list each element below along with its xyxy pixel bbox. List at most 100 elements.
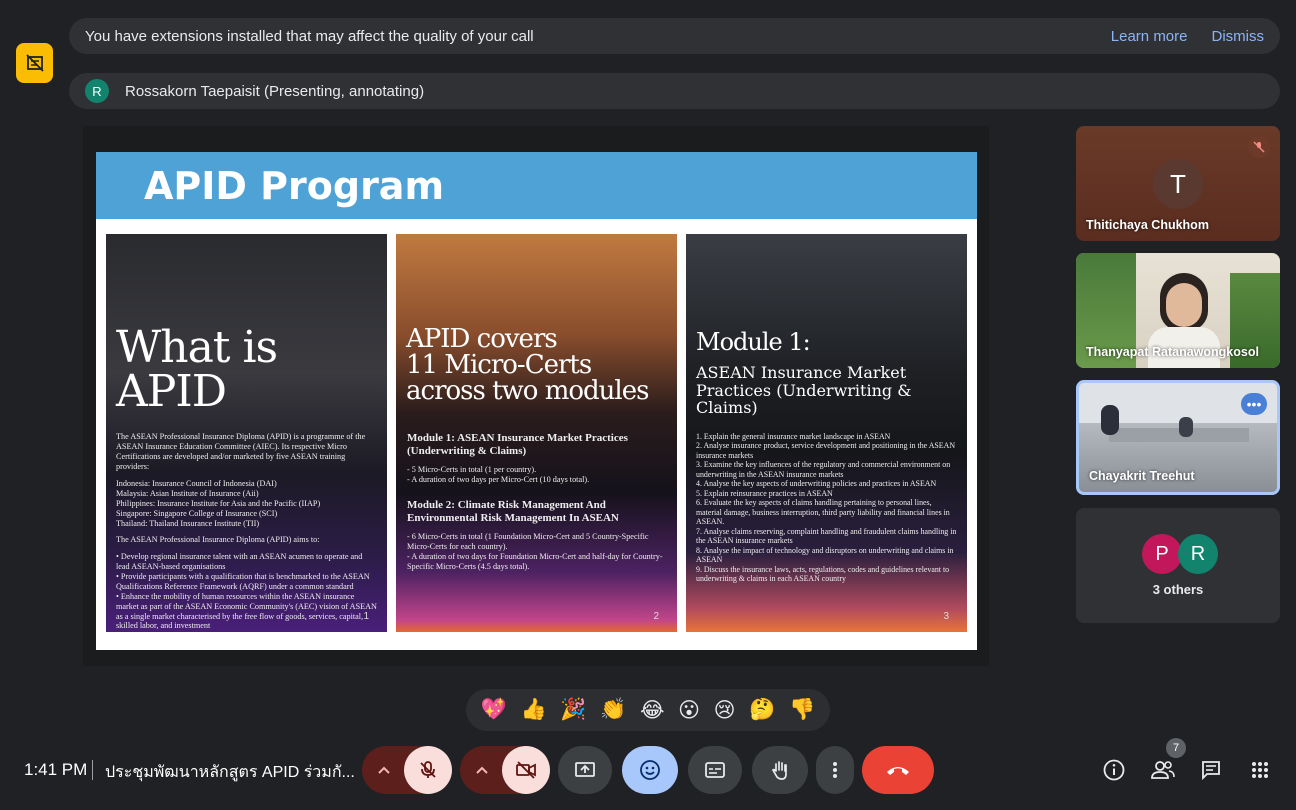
- others-tile[interactable]: P R 3 others: [1076, 508, 1280, 623]
- module-heading: Module 1: ASEAN Insurance Market Practic…: [407, 432, 628, 457]
- list-item: Singapore: Singapore College of Insuranc…: [116, 508, 278, 518]
- camera-off-icon: [516, 761, 536, 779]
- captions-button[interactable]: [688, 746, 742, 794]
- card-headline-line: 11 Micro-Certs: [406, 350, 592, 380]
- slide-card-module-1: Module 1: ASEAN Insurance Market Practic…: [686, 234, 967, 632]
- module-body: - 6 Micro-Certs in total (1 Foundation M…: [407, 532, 663, 571]
- module-heading: Module 2: Climate Risk Management And En…: [407, 498, 619, 524]
- extensions-warning-button[interactable]: [16, 43, 53, 83]
- audio-options-button[interactable]: [362, 746, 406, 794]
- more-options-icon[interactable]: •••: [1241, 393, 1267, 415]
- reaction-thinking[interactable]: 🤔: [749, 698, 775, 722]
- participant-name: Chayakrit Treehut: [1089, 469, 1195, 483]
- card-subheadline: ASEAN Insurance Market Practices (Underw…: [696, 363, 912, 418]
- microphone-toggle-button[interactable]: [404, 746, 452, 794]
- people-count-badge: 7: [1166, 738, 1186, 758]
- camera-toggle-button[interactable]: [502, 746, 550, 794]
- outcome-list: 1. Explain the general insurance market …: [696, 432, 957, 584]
- closed-captions-icon: [705, 762, 725, 778]
- divider: [92, 760, 93, 780]
- presenter-bar: R Rossakorn Taepaisit (Presenting, annot…: [69, 73, 1280, 109]
- card-headline-line: APID: [116, 366, 227, 417]
- reaction-thumbs-down[interactable]: 👎: [789, 698, 815, 722]
- reactions-button[interactable]: [622, 746, 678, 794]
- people-icon: [1151, 761, 1175, 779]
- presenter-label: Rossakorn Taepaisit (Presenting, annotat…: [125, 82, 425, 100]
- avatar: T: [1153, 159, 1203, 209]
- mic-off-icon: [420, 761, 436, 778]
- avatar: R: [1178, 534, 1218, 574]
- reaction-sad[interactable]: 😢: [714, 698, 736, 723]
- chevron-up-icon: [378, 766, 390, 774]
- reaction-surprised[interactable]: 😮: [678, 698, 700, 723]
- slide-card-what-is-apid: What is APID The ASEAN Professional Insu…: [106, 234, 387, 632]
- avatar: R: [85, 79, 109, 103]
- card-headline: What is APID: [116, 322, 278, 417]
- reaction-heart[interactable]: 💖: [481, 698, 507, 722]
- mic-off-icon: [1248, 136, 1270, 158]
- apps-grid-icon: [1252, 762, 1268, 778]
- card-headline-line: APID covers: [406, 324, 558, 354]
- card-body: The ASEAN Professional Insurance Diploma…: [116, 432, 378, 631]
- provider-list: Indonesia: Insurance Council of Indonesi…: [116, 479, 378, 528]
- video-controls: [460, 746, 550, 794]
- participant-tile[interactable]: T Thitichaya Chukhom: [1076, 126, 1280, 241]
- presentation-slide: APID Program What is APID The ASEAN Prof…: [96, 152, 977, 650]
- end-call-icon: [887, 767, 909, 775]
- list-item: Philippines: Insurance Institute for Asi…: [116, 499, 321, 509]
- present-screen-button[interactable]: [558, 746, 612, 794]
- card-body: Module 1: ASEAN Insurance Market Practic…: [407, 432, 667, 572]
- list-item: Malaysia: Asian Institute of Insurance (…: [116, 489, 259, 499]
- reactions-bar: 💖 👍 🎉 👏 😂 😮 😢 🤔 👎: [466, 689, 830, 731]
- page-number: 3: [943, 611, 949, 622]
- module-body: - 5 Micro-Certs in total (1 per country)…: [407, 465, 590, 485]
- reaction-party[interactable]: 🎉: [560, 698, 586, 722]
- meeting-details-button[interactable]: [1094, 746, 1134, 794]
- chat-icon: [1202, 761, 1220, 781]
- leave-call-button[interactable]: [862, 746, 934, 794]
- card-headline-line: What is: [116, 322, 278, 373]
- participant-tile[interactable]: Thanyapat Ratanawongkosol: [1076, 253, 1280, 368]
- participant-video-figure: [1166, 283, 1202, 327]
- chat-button[interactable]: [1191, 746, 1231, 794]
- extension-warning-icon: [25, 54, 44, 72]
- emoji-icon: [640, 760, 660, 780]
- hand-icon: [771, 761, 787, 780]
- participant-video-figure: [1179, 417, 1193, 437]
- more-options-button[interactable]: [816, 746, 854, 794]
- extensions-notice: You have extensions installed that may a…: [69, 18, 1280, 54]
- learn-more-link[interactable]: Learn more: [1111, 28, 1188, 45]
- raise-hand-button[interactable]: [752, 746, 808, 794]
- participant-name: Thitichaya Chukhom: [1086, 218, 1209, 232]
- activities-button[interactable]: [1240, 746, 1280, 794]
- info-icon: [1103, 759, 1125, 781]
- reaction-clap[interactable]: 👏: [600, 698, 626, 722]
- dismiss-button[interactable]: Dismiss: [1212, 28, 1265, 45]
- others-label: 3 others: [1152, 582, 1204, 597]
- avatar: P: [1142, 534, 1182, 574]
- more-vert-icon: [833, 762, 837, 778]
- video-options-button[interactable]: [460, 746, 504, 794]
- clock: 1:41 PM: [24, 760, 88, 779]
- audio-controls: [362, 746, 452, 794]
- present-icon: [575, 762, 595, 777]
- card-headline-line: across two modules: [406, 376, 649, 406]
- notice-message: You have extensions installed that may a…: [85, 27, 534, 45]
- reaction-thumbs-up[interactable]: 👍: [521, 698, 547, 722]
- card-headline: Module 1:: [696, 328, 811, 356]
- list-item: Indonesia: Insurance Council of Indonesi…: [116, 479, 277, 489]
- participant-tile-active[interactable]: ••• Chayakrit Treehut: [1076, 380, 1280, 495]
- list-item: Thailand: Thailand Insurance Institute (…: [116, 518, 260, 528]
- reaction-laugh[interactable]: 😂: [640, 698, 665, 723]
- aims-list: • Develop regional insurance talent with…: [116, 552, 377, 631]
- participant-name: Thanyapat Ratanawongkosol: [1086, 345, 1259, 359]
- page-number: 1: [363, 611, 369, 622]
- card-headline: APID covers 11 Micro-Certs across two mo…: [406, 324, 649, 406]
- slide-card-apid-covers: APID covers 11 Micro-Certs across two mo…: [396, 234, 677, 632]
- slide-title: APID Program: [144, 164, 445, 208]
- card-intro: The ASEAN Professional Insurance Diploma…: [116, 432, 366, 471]
- page-number: 2: [653, 611, 659, 622]
- chevron-up-icon: [476, 766, 488, 774]
- aims-heading: The ASEAN Professional Insurance Diploma…: [116, 534, 320, 544]
- meeting-title: ประชุมพัฒนาหลักสูตร APID ร่วมกั...: [105, 764, 355, 781]
